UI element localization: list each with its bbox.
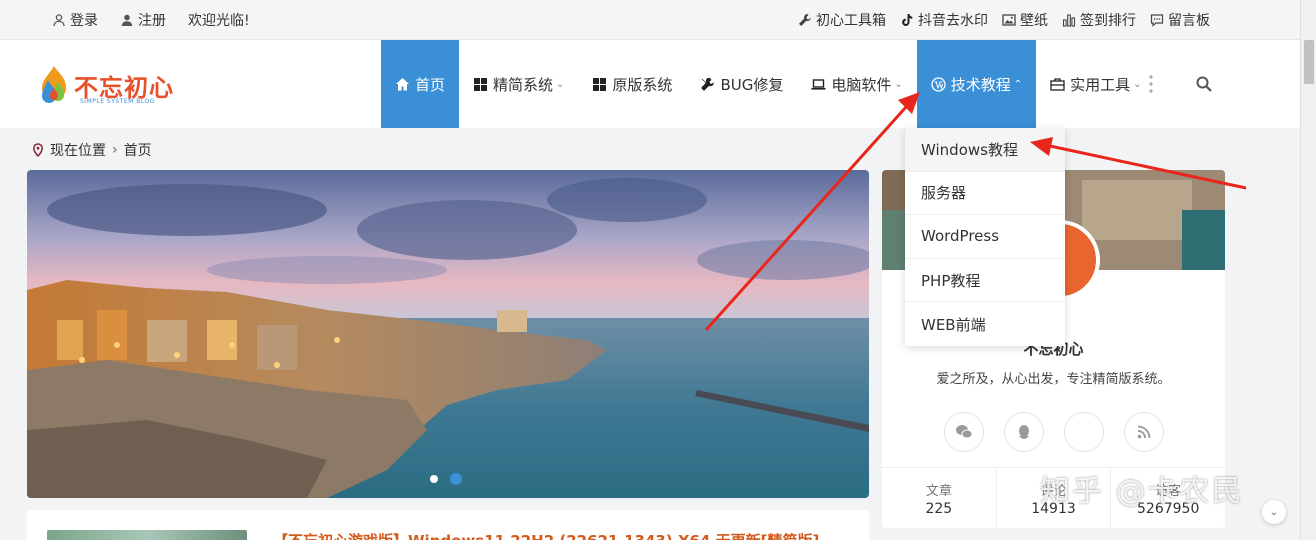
wallpaper-label: 壁纸	[1020, 13, 1048, 29]
nav-utilities[interactable]: 实用工具 ⌄	[1036, 40, 1155, 128]
register-link[interactable]: 注册	[120, 10, 166, 30]
douyin-label: 抖音去水印	[918, 13, 988, 29]
nav-bug-fix-label: BUG修复	[720, 75, 784, 94]
welcome-text: 欢迎光临!	[188, 13, 250, 29]
breadcrumb-separator: ›	[112, 142, 118, 158]
login-link[interactable]: 登录	[52, 10, 98, 30]
search-icon[interactable]	[1196, 76, 1212, 92]
dropdown-item-windows[interactable]: Windows教程	[905, 128, 1065, 172]
laptop-icon	[811, 77, 826, 92]
breadcrumb-label: 现在位置	[50, 143, 106, 159]
nav-original-systems[interactable]: 原版系统	[578, 40, 686, 128]
douyin-link[interactable]: 抖音去水印	[900, 10, 988, 30]
chevron-down-icon: ⌄	[894, 78, 903, 90]
hero-slider[interactable]	[27, 170, 869, 498]
tiktok-icon	[900, 13, 914, 27]
chevron-up-icon: ⌃	[1013, 78, 1023, 90]
guestbook-label: 留言板	[1168, 13, 1210, 29]
image-icon	[1002, 13, 1016, 27]
coastal-town-image	[27, 170, 869, 498]
nav-lite-systems-label: 精简系统	[493, 75, 554, 94]
register-label: 注册	[138, 13, 166, 29]
breadcrumb: 现在位置 › 首页	[32, 140, 152, 160]
windows-icon	[592, 77, 607, 92]
nav-utilities-label: 实用工具	[1070, 75, 1131, 94]
dropdown-item-server[interactable]: 服务器	[905, 172, 1065, 216]
watermark-text: 知乎 @卡农民	[1040, 474, 1244, 509]
scrollbar-thumb[interactable]	[1304, 40, 1314, 84]
main-nav: 首页 精简系统 ⌄ 原版系统 BUG修复 电脑软件 ⌄ 技术教程 ⌃ 实用工具	[381, 40, 1156, 128]
logo-subtitle: SIMPLE SYSTEM BLOG	[80, 98, 155, 105]
comment-icon	[1150, 13, 1164, 27]
nav-pc-software-label: 电脑软件	[831, 75, 892, 94]
rss-button[interactable]	[1124, 412, 1164, 452]
briefcase-icon	[1050, 77, 1065, 92]
nav-bug-fix[interactable]: BUG修复	[686, 40, 797, 128]
site-header: 不忘初心 SIMPLE SYSTEM BLOG 首页 精简系统 ⌄ 原版系统 B…	[0, 40, 1300, 128]
nav-lite-systems[interactable]: 精简系统 ⌄	[459, 40, 578, 128]
signin-rank-label: 签到排行	[1080, 13, 1136, 29]
nav-tutorials[interactable]: 技术教程 ⌃	[916, 40, 1037, 128]
page-scrollbar[interactable]	[1300, 0, 1316, 540]
author-description: 爱之所及，从心出发，专注精简版系统。	[936, 372, 1171, 387]
chevron-down-icon: ⌄	[556, 78, 565, 90]
chevron-down-icon[interactable]: ⌄	[1262, 500, 1286, 524]
more-vertical-icon[interactable]	[1147, 74, 1155, 94]
social-links	[944, 412, 1164, 452]
signin-rank-link[interactable]: 签到排行	[1062, 10, 1136, 30]
home-icon	[395, 77, 410, 92]
breadcrumb-home-link[interactable]: 首页	[124, 140, 152, 160]
tools-icon	[700, 77, 715, 92]
slider-dot-active[interactable]	[450, 473, 462, 485]
toolbox-link[interactable]: 初心工具箱	[798, 10, 886, 30]
dropdown-item-php[interactable]: PHP教程	[905, 259, 1065, 303]
nav-tutorials-label: 技术教程	[950, 75, 1011, 94]
wechat-icon	[956, 425, 973, 439]
location-pin-icon	[32, 143, 44, 157]
dropdown-item-wordpress[interactable]: WordPress	[905, 215, 1065, 259]
site-logo[interactable]: 不忘初心 SIMPLE SYSTEM BLOG	[36, 62, 186, 108]
wechat-button[interactable]	[944, 412, 984, 452]
stat-label: 文章	[925, 484, 952, 499]
chevron-down-icon: ⌄	[1133, 78, 1142, 90]
slider-pagination	[430, 473, 462, 485]
wallpaper-link[interactable]: 壁纸	[1002, 10, 1048, 30]
nav-pc-software[interactable]: 电脑软件 ⌄	[797, 40, 916, 128]
bar-chart-icon	[1062, 13, 1076, 27]
article-card[interactable]: 【不忘初心游戏版】Windows11 22H2 (22621.1343) X64…	[27, 510, 869, 540]
wrench-icon	[798, 13, 812, 27]
article-thumbnail[interactable]	[47, 530, 247, 540]
stat-value: 225	[925, 501, 953, 517]
qq-icon	[1019, 424, 1029, 439]
article-title[interactable]: 【不忘初心游戏版】Windows11 22H2 (22621.1343) X64…	[273, 530, 819, 540]
qq-button[interactable]	[1004, 412, 1044, 452]
guestbook-link[interactable]: 留言板	[1150, 10, 1210, 30]
login-label: 登录	[70, 13, 98, 29]
dropdown-item-web[interactable]: WEB前端	[905, 302, 1065, 346]
nav-home-label: 首页	[415, 75, 446, 94]
wordpress-icon	[931, 76, 946, 92]
stat-posts: 文章 225	[882, 468, 997, 528]
weibo-button[interactable]	[1064, 412, 1104, 452]
windows-icon	[473, 77, 488, 92]
rss-icon	[1137, 425, 1151, 439]
nav-home[interactable]: 首页	[381, 40, 460, 128]
flame-logo-icon	[42, 66, 66, 103]
user-outline-icon	[52, 13, 66, 27]
top-bar: 登录 注册 欢迎光临! 初心工具箱 抖音去水印 壁纸 签到排行 留言板	[0, 0, 1300, 40]
toolbox-label: 初心工具箱	[816, 13, 886, 29]
user-icon	[120, 13, 134, 27]
nav-original-systems-label: 原版系统	[612, 75, 673, 94]
tutorials-dropdown-menu: Windows教程 服务器 WordPress PHP教程 WEB前端	[905, 128, 1065, 346]
slider-dot[interactable]	[430, 475, 438, 483]
